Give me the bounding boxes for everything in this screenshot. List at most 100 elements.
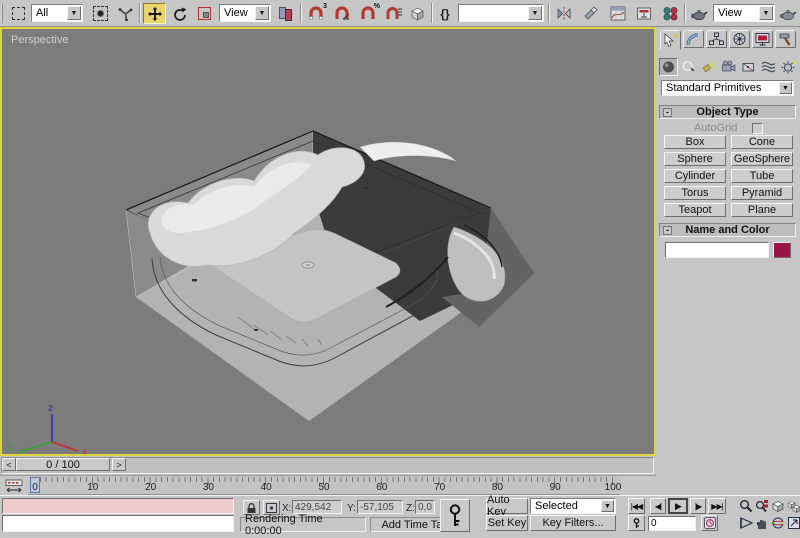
object-type-cylinder-button[interactable]: Cylinder — [664, 169, 726, 183]
material-editor-icon — [663, 7, 678, 21]
zoom-extents-all-button[interactable] — [786, 498, 800, 514]
z-coord-label: Z: — [406, 503, 415, 514]
play-button[interactable]: ▶ — [668, 498, 688, 514]
name-color-swatch[interactable] — [773, 242, 791, 258]
render-type-dropdown[interactable]: View ▼ — [713, 4, 775, 22]
collapse-icon[interactable]: - — [663, 226, 672, 235]
object-type-box-button[interactable]: Box — [664, 135, 726, 149]
time-slider-handle[interactable]: 0 / 100 — [16, 458, 110, 471]
angle-snap-toggle-button[interactable] — [330, 3, 354, 24]
use-pivot-point-center-button[interactable] — [274, 3, 298, 24]
previous-frame-button[interactable]: ◀| — [650, 498, 666, 514]
category-helpers[interactable] — [739, 58, 758, 76]
snap-toggle-3d-button[interactable]: 3 — [304, 3, 328, 24]
go-to-start-button[interactable]: |◀◀ — [628, 498, 645, 514]
curve-editor-button[interactable] — [606, 3, 630, 24]
object-type-cone-button[interactable]: Cone — [731, 135, 793, 149]
category-space-warps[interactable] — [759, 58, 778, 76]
z-coord-field[interactable]: 0,0 — [415, 500, 435, 514]
set-keys-button[interactable] — [440, 499, 470, 532]
next-frame-button[interactable]: |▶ — [690, 498, 706, 514]
dropdown-arrow-icon[interactable]: ▼ — [67, 6, 81, 20]
render-scene-teapot-icon — [691, 9, 708, 20]
tab-motion[interactable] — [729, 30, 750, 48]
render-scene-button[interactable] — [687, 3, 711, 24]
object-type-teapot-button[interactable]: Teapot — [664, 203, 726, 217]
object-type-rollout-header[interactable]: - Object Type — [659, 105, 796, 119]
dropdown-arrow-icon[interactable]: ▼ — [528, 6, 542, 20]
track-bar-ruler[interactable]: 0 10 20 30 40 50 60 70 80 90 100 — [28, 476, 621, 495]
tab-create[interactable] — [660, 30, 681, 50]
selection-filter-dropdown[interactable]: All ▼ — [31, 4, 83, 22]
select-object-button[interactable] — [88, 3, 112, 24]
select-and-manipulate-button[interactable] — [114, 3, 136, 24]
named-selection-sets-dropdown[interactable]: ▼ — [458, 4, 544, 22]
dropdown-arrow-icon[interactable]: ▼ — [255, 6, 269, 20]
quick-render-button[interactable] — [777, 3, 799, 24]
mirror-button[interactable] — [552, 3, 576, 24]
y-coord-field[interactable]: -57,105 — [357, 500, 403, 514]
reference-coordinate-system-dropdown[interactable]: View ▼ — [219, 4, 271, 22]
object-type-geosphere-button[interactable]: GeoSphere — [731, 152, 793, 166]
zoom-button[interactable] — [738, 498, 753, 514]
viewport-label[interactable]: Perspective — [11, 34, 68, 46]
go-to-end-button[interactable]: ▶▶| — [708, 498, 726, 514]
select-and-rotate-button[interactable] — [168, 3, 191, 24]
select-and-move-button[interactable] — [143, 3, 166, 24]
tab-hierarchy[interactable] — [706, 30, 727, 48]
dropdown-arrow-icon[interactable]: ▼ — [601, 500, 614, 512]
percent-snap-toggle-button[interactable]: % — [356, 3, 380, 24]
arc-rotate-button[interactable] — [770, 515, 785, 531]
category-lights[interactable] — [699, 58, 718, 76]
category-shapes[interactable] — [679, 58, 698, 76]
tick-label-80: 80 — [491, 482, 503, 493]
autogrid-checkbox[interactable] — [752, 123, 763, 134]
primitives-category-dropdown[interactable]: Standard Primitives ▼ — [661, 80, 794, 96]
key-filters-button[interactable]: Key Filters... — [530, 515, 616, 531]
collapse-icon[interactable]: - — [663, 108, 672, 117]
auto-key-button[interactable]: Auto Key — [486, 494, 528, 518]
object-name-input[interactable] — [665, 242, 769, 258]
keyboard-shortcut-override-toggle[interactable] — [405, 3, 429, 24]
open-mini-curve-editor-button[interactable] — [2, 477, 26, 495]
select-and-scale-button[interactable] — [193, 3, 216, 24]
category-geometry[interactable] — [659, 58, 678, 76]
time-slider-next-button[interactable]: > — [112, 458, 126, 471]
edit-named-selection-sets-button[interactable]: {} — [434, 3, 456, 24]
set-key-button[interactable]: Set Key — [486, 515, 528, 531]
dropdown-arrow-icon[interactable]: ▼ — [759, 6, 773, 20]
maxscript-listener-white-line[interactable] — [2, 515, 234, 532]
tab-display[interactable] — [752, 30, 773, 48]
pan-button[interactable] — [754, 515, 769, 531]
tab-modify[interactable] — [683, 30, 704, 48]
object-type-tube-button[interactable]: Tube — [731, 169, 793, 183]
coord-system-value: View — [224, 7, 248, 19]
rectangular-selection-region-button[interactable] — [7, 3, 29, 24]
object-type-torus-button[interactable]: Torus — [664, 186, 726, 200]
field-of-view-button[interactable] — [738, 515, 753, 531]
key-mode-toggle-button[interactable] — [628, 515, 645, 531]
time-slider-prev-button[interactable]: < — [2, 458, 16, 471]
dropdown-arrow-icon[interactable]: ▼ — [779, 82, 792, 94]
object-type-plane-button[interactable]: Plane — [731, 203, 793, 217]
align-button[interactable] — [579, 3, 603, 24]
zoom-all-button[interactable] — [754, 498, 769, 514]
tab-utilities[interactable] — [775, 30, 796, 48]
spinner-snap-toggle-button[interactable] — [382, 3, 404, 24]
object-type-pyramid-button[interactable]: Pyramid — [731, 186, 793, 200]
selection-set-dropdown[interactable]: Selected ▼ — [530, 498, 616, 514]
maxscript-listener-pink-line[interactable] — [2, 498, 234, 514]
category-cameras[interactable] — [719, 58, 738, 76]
time-configuration-button[interactable] — [701, 515, 718, 531]
schematic-view-button[interactable] — [632, 3, 656, 24]
zoom-extents-button[interactable] — [770, 498, 785, 514]
name-color-rollout-header[interactable]: - Name and Color — [659, 223, 796, 237]
material-editor-button[interactable] — [658, 3, 682, 24]
category-systems[interactable] — [779, 58, 798, 76]
min-max-toggle-button[interactable] — [786, 515, 800, 531]
toolbar-grip[interactable] — [1, 3, 5, 23]
field-of-view-icon — [739, 517, 753, 529]
object-type-sphere-button[interactable]: Sphere — [664, 152, 726, 166]
perspective-viewport[interactable]: z x y Perspective — [0, 27, 656, 456]
current-frame-field[interactable] — [648, 516, 696, 531]
